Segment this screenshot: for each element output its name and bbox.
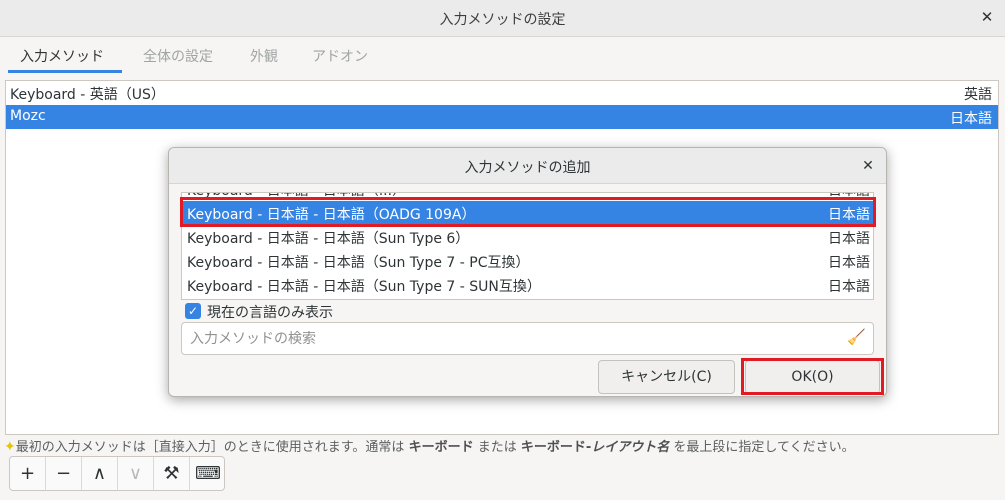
input-method-language: 日本語	[828, 231, 870, 247]
configure-icon[interactable]: ⚒	[154, 457, 190, 490]
hint-after: を最上段に指定してください。	[669, 440, 855, 454]
move-down-icon[interactable]: ∨	[118, 457, 154, 490]
active-tab-indicator	[8, 70, 122, 73]
hint-text: ✦最初の入力メソッドは［直接入力］のときに使用されます。通常は キーボード また…	[4, 436, 1004, 454]
input-method-language: 英語	[964, 87, 992, 103]
input-method-name: Keyboard - 日本語 - 日本語（Sun Type 6）	[187, 231, 470, 247]
list-item[interactable]: Mozc 日本語	[6, 105, 998, 129]
tab-addons[interactable]: アドオン	[312, 46, 368, 66]
tab-global-settings[interactable]: 全体の設定	[143, 46, 213, 66]
highlight-ok-button	[741, 358, 884, 395]
input-method-language: 日本語	[950, 111, 992, 127]
dialog-close-icon[interactable]: ✕	[858, 156, 878, 176]
tab-appearance[interactable]: 外観	[250, 46, 278, 66]
add-icon[interactable]: +	[10, 457, 46, 490]
hint-keyword-layout-name: レイアウト名	[591, 440, 670, 454]
input-method-name: Keyboard - 日本語 - 日本語（Sun Type 7 - SUN互換）	[187, 279, 541, 295]
highlight-selected-row	[180, 197, 876, 227]
window-title: 入力メソッドの設定	[439, 12, 566, 28]
list-toolbar: + − ∧ ∨ ⚒ ⌨	[9, 456, 225, 491]
checkbox-label: 現在の言語のみ表示	[207, 305, 333, 321]
input-method-language: 日本語	[828, 279, 870, 295]
clear-broom-icon[interactable]: 🧹	[847, 328, 866, 350]
keyboard-layout-icon[interactable]: ⌨	[190, 457, 226, 490]
hint-keyword-keyboard-dash: キーボード-	[520, 440, 592, 454]
search-input[interactable]	[190, 329, 830, 349]
window-close-icon[interactable]: ✕	[969, 0, 1005, 36]
cancel-button[interactable]: キャンセル(C)	[598, 360, 735, 394]
dialog-titlebar: 入力メソッドの追加 ✕	[169, 148, 886, 184]
hint-before: 最初の入力メソッドは［直接入力］のときに使用されます。通常は	[15, 440, 409, 454]
move-up-icon[interactable]: ∧	[82, 457, 118, 490]
remove-icon[interactable]: −	[46, 457, 82, 490]
tab-bar: 入力メソッド 全体の設定 外観 アドオン	[0, 37, 1005, 74]
dialog-title: 入力メソッドの追加	[464, 160, 591, 176]
star-icon: ✦	[4, 439, 16, 454]
list-item[interactable]: Keyboard - 日本語 - 日本語（Sun Type 7 - SUN互換）…	[182, 273, 873, 297]
list-item[interactable]: Keyboard - 英語（US） 英語	[6, 81, 998, 105]
list-item[interactable]: Keyboard - 日本語 - 日本語（Sun Type 7 - PC互換） …	[182, 249, 873, 273]
input-method-name: Keyboard - 英語（US）	[10, 87, 165, 103]
input-method-name: Mozc	[10, 108, 46, 124]
checkbox-checked-icon[interactable]: ✓	[185, 303, 201, 319]
hint-middle: または	[473, 440, 521, 454]
window-titlebar: 入力メソッドの設定 ✕	[0, 0, 1005, 37]
hint-keyword-keyboard: キーボード	[408, 440, 474, 454]
search-box: 🧹	[181, 322, 874, 355]
tab-input-methods[interactable]: 入力メソッド	[20, 46, 104, 66]
input-method-name: Keyboard - 日本語 - 日本語（Sun Type 7 - PC互換）	[187, 255, 530, 271]
list-item[interactable]: Keyboard - 日本語 - 日本語（Sun Type 6） 日本語	[182, 225, 873, 249]
input-method-language: 日本語	[828, 255, 870, 271]
